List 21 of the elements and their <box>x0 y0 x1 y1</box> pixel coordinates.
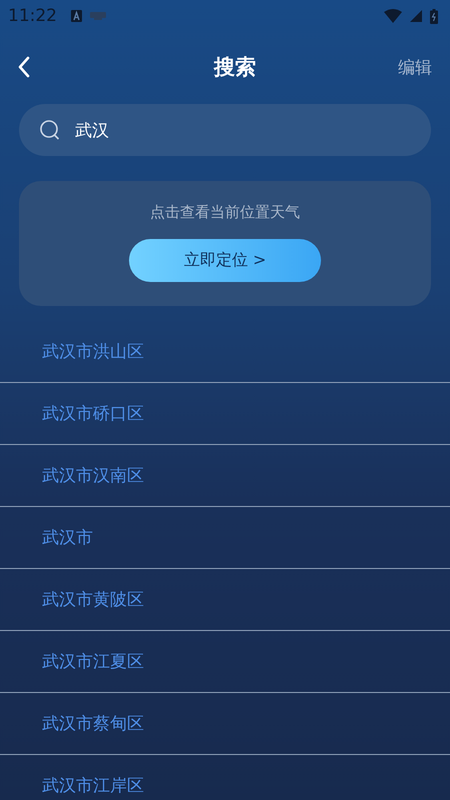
search-field[interactable]: 武汉 <box>19 104 431 156</box>
page-title: 搜索 <box>214 54 256 81</box>
locate-button[interactable]: 立即定位 > <box>129 239 321 282</box>
result-item[interactable]: 武汉市硚口区 <box>0 383 450 445</box>
result-item[interactable]: 武汉市黄陂区 <box>0 569 450 631</box>
keyboard-icon <box>90 12 106 20</box>
search-icon <box>39 119 61 141</box>
signal-icon <box>410 10 422 22</box>
result-item[interactable]: 武汉市洪山区 <box>0 321 450 383</box>
status-time: 11:22 <box>8 6 57 26</box>
result-item[interactable]: 武汉市江夏区 <box>0 631 450 693</box>
result-item[interactable]: 武汉市江岸区 <box>0 755 450 800</box>
notification-icon <box>71 10 82 22</box>
locate-hint: 点击查看当前位置天气 <box>150 203 300 222</box>
result-item[interactable]: 武汉市 <box>0 507 450 569</box>
edit-button[interactable]: 编辑 <box>398 56 432 78</box>
result-item[interactable]: 武汉市汉南区 <box>0 445 450 507</box>
back-button[interactable] <box>18 55 32 79</box>
wifi-icon <box>384 9 402 23</box>
result-item[interactable]: 武汉市蔡甸区 <box>0 693 450 755</box>
battery-icon <box>430 8 438 24</box>
